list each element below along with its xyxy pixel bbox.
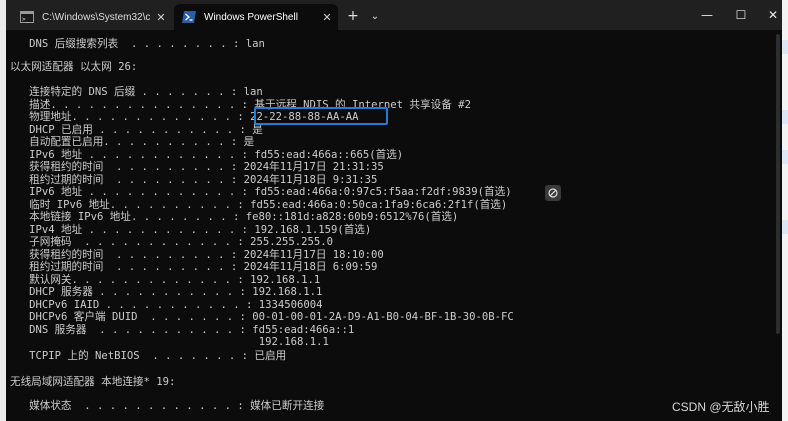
console-line: IPv6 地址 . . . . . . . . . . . . : fd55:e… [10, 186, 512, 198]
console-line: 自动配置已启用. . . . . . . . . . : 是 [10, 136, 255, 148]
mac-address-highlight [254, 107, 388, 125]
close-tab-icon[interactable]: ✕ [150, 11, 172, 24]
cmd-icon: >_ [20, 11, 34, 23]
disable-icon[interactable] [545, 185, 561, 201]
console-line: TCPIP 上的 NetBIOS . . . . . . . : 已启用 [10, 350, 287, 362]
title-bar: >_ C:\Windows\System32\cmd.ex ✕ Windows … [6, 0, 782, 30]
console-line: DHCP 服务器 . . . . . . . . . . . : 192.168… [10, 286, 323, 298]
console-line: 描述. . . . . . . . . . . . . . . : 基于远程 N… [10, 99, 471, 111]
tab-powershell[interactable]: Windows PowerShell ✕ [174, 4, 338, 30]
close-window-button[interactable]: ✕ [756, 0, 782, 30]
tab-dropdown-button[interactable]: ⌄ [364, 6, 386, 26]
no-entry-icon [548, 188, 558, 198]
new-tab-button[interactable]: + [342, 6, 364, 26]
svg-text:>_: >_ [22, 16, 30, 23]
console-line: 租约过期的时间 . . . . . . . . . : 2024年11月18日 … [10, 174, 378, 186]
console-line: DHCPv6 IAID . . . . . . . . . . . : 1334… [10, 299, 323, 311]
console-line: 192.168.1.1 [10, 336, 329, 348]
console-line: DNS 服务器 . . . . . . . . . . . : fd55:ead… [10, 324, 355, 336]
tab-title: Windows PowerShell [204, 11, 298, 23]
console-line: 以太网适配器 以太网 26: [10, 61, 138, 73]
console-line: 本地链接 IPv6 地址. . . . . . . . : fe80::181d… [10, 211, 459, 223]
console-line: 租约过期的时间 . . . . . . . . . : 2024年11月18日 … [10, 261, 378, 273]
console-line: DNS 后缀搜索列表 . . . . . . . . : lan [10, 38, 265, 50]
console-line: IPv4 地址 . . . . . . . . . . . . : 192.16… [10, 224, 372, 236]
powershell-icon [182, 11, 196, 23]
maximize-button[interactable]: ☐ [724, 0, 758, 30]
tab-cmd[interactable]: >_ C:\Windows\System32\cmd.ex ✕ [12, 4, 172, 30]
console-line: 获得租约的时间 . . . . . . . . . : 2024年11月17日 … [10, 161, 384, 173]
console-line: 子网掩码 . . . . . . . . . . . . : 255.255.2… [10, 236, 334, 248]
console-line: IPv6 地址 . . . . . . . . . . . . : fd55:e… [10, 149, 404, 161]
console-line: 获得租约的时间 . . . . . . . . . : 2024年11月17日 … [10, 249, 384, 261]
terminal-window: >_ C:\Windows\System32\cmd.ex ✕ Windows … [6, 0, 782, 421]
console-line: 无线局域网适配器 本地连接* 19: [10, 376, 176, 388]
tab-title: C:\Windows\System32\cmd.ex [42, 11, 150, 23]
console-line: 连接特定的 DNS 后缀 . . . . . . . : lan [10, 86, 263, 98]
console-line: DHCPv6 客户端 DUID . . . . . . . : 00-01-00… [10, 311, 514, 323]
console-line: DHCP 已启用 . . . . . . . . . . . : 是 [10, 124, 263, 136]
minimize-button[interactable]: — [690, 0, 724, 30]
console-line: 媒体状态 . . . . . . . . . . . . : 媒体已断开连接 [10, 400, 325, 412]
close-tab-icon[interactable]: ✕ [316, 11, 338, 24]
watermark: CSDN @无敌小胜 [672, 400, 770, 414]
desktop-right-edge [782, 0, 788, 421]
console-output[interactable]: DNS 后缀搜索列表 . . . . . . . . : lan 以太网适配器 以… [6, 30, 782, 421]
console-line: 默认网关. . . . . . . . . . . . . : 192.168.… [10, 274, 321, 286]
console-line: 临时 IPv6 地址. . . . . . . . . . : fd55:ead… [10, 199, 508, 211]
scrollbar[interactable] [776, 34, 780, 334]
